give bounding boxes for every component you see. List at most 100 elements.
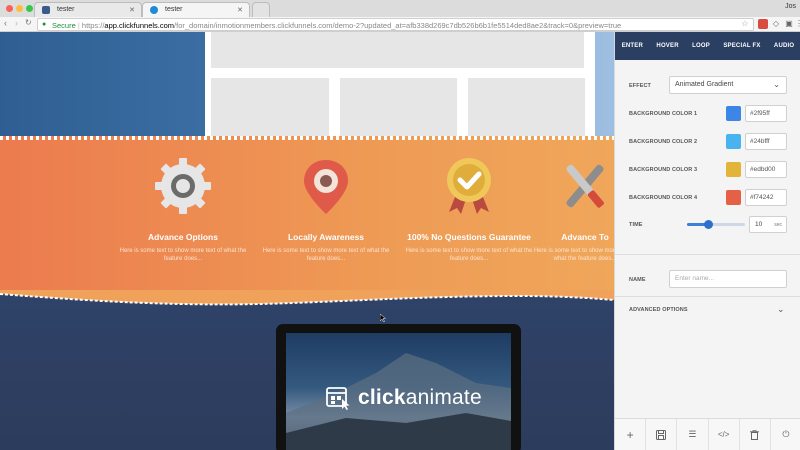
tab-favicon-icon (42, 6, 50, 14)
features-section[interactable]: Advance Options Here is some text to sho… (0, 136, 614, 294)
url-input[interactable]: ● Secure | https://app.clickfunnels.com/… (37, 18, 754, 31)
extension-icon[interactable]: ◇ (771, 19, 781, 29)
feature-description: Here is some text to show more text of w… (262, 248, 390, 262)
tab-enter[interactable]: ENTER (622, 43, 643, 49)
url-path: /for_domain/inmotionmembers.clickfunnels… (174, 21, 622, 30)
laptop-screen: clickanimate (286, 333, 511, 450)
name-placeholder: Enter name... (675, 275, 715, 282)
bg-color-1-swatch[interactable] (726, 106, 741, 121)
power-button[interactable]: ⏻ (771, 419, 800, 450)
bg-color-1-input[interactable]: #2f95ff (745, 105, 787, 122)
browser-tab[interactable]: tester ✕ (34, 2, 142, 17)
logo-text-animate: animate (405, 386, 482, 409)
effect-label: EFFECT (629, 83, 651, 89)
content-block[interactable] (205, 32, 595, 140)
browser-menu-icon[interactable]: ⋮ (795, 19, 800, 29)
advanced-options-toggle[interactable]: ADVANCED OPTIONS (629, 307, 688, 313)
placeholder-block (211, 32, 584, 68)
tab-title: tester (165, 6, 183, 13)
bg-color-3-swatch[interactable] (726, 162, 741, 177)
close-tab-icon[interactable]: ✕ (237, 6, 243, 14)
back-icon[interactable]: ‹ (4, 18, 7, 28)
browser-window-icon (326, 387, 350, 410)
bg-color-2-input[interactable]: #24bfff (745, 133, 787, 150)
gear-icon (153, 156, 213, 216)
tab-loop[interactable]: LOOP (692, 43, 710, 49)
section-divider (615, 296, 800, 297)
feature-description: Here is some text to show more text of w… (533, 248, 614, 262)
wrench-screwdriver-icon (555, 156, 614, 216)
map-pin-icon (296, 156, 356, 216)
tab-title: tester (57, 6, 75, 13)
save-icon (656, 429, 667, 440)
placeholder-block (468, 78, 585, 140)
bg-color-4-input[interactable]: #f74242 (745, 189, 787, 206)
trash-icon (750, 429, 760, 440)
minimize-window-button[interactable] (16, 5, 23, 12)
name-input[interactable]: Enter name... (669, 270, 787, 288)
chevron-down-icon[interactable]: ⌄ (777, 304, 785, 315)
bg-color-4-label: BACKGROUND COLOR 4 (629, 195, 698, 201)
bg-color-2-swatch[interactable] (726, 134, 741, 149)
address-bar-row: ‹ › ↻ ● Secure | https://app.clickfunnel… (0, 17, 800, 32)
feature-item: Advance Options Here is some text to sho… (113, 156, 253, 263)
lock-icon: ● (42, 21, 47, 28)
profile-name[interactable]: Jos (785, 3, 796, 10)
new-tab-button[interactable] (252, 2, 270, 17)
close-window-button[interactable] (6, 5, 13, 12)
menu-icon: ☰ (688, 429, 697, 439)
plus-icon: + (626, 427, 634, 442)
feature-description: Here is some text to show more text of w… (405, 248, 533, 262)
logo-text-click: click (358, 386, 406, 409)
time-slider-handle[interactable] (703, 220, 713, 229)
time-slider[interactable] (687, 220, 745, 229)
time-input[interactable]: 10 sec (749, 216, 787, 233)
url-scheme: https:// (81, 21, 105, 30)
forward-icon[interactable]: › (15, 18, 18, 28)
animation-tabs: ENTER HOVER LOOP SPECIAL FX AUDIO (615, 32, 800, 60)
bookmark-star-icon[interactable]: ☆ (740, 19, 750, 29)
bg-color-3-input[interactable]: #edbd00 (745, 161, 787, 178)
time-label: TIME (629, 222, 643, 228)
bg-color-3-label: BACKGROUND COLOR 3 (629, 167, 698, 173)
logo-text: clickanimate (358, 386, 482, 410)
browser-tab-bar: tester ✕ tester ✕ Jos (0, 0, 800, 17)
effect-select[interactable]: Animated Gradient ⌄ (669, 76, 787, 94)
clickanimate-logo: clickanimate (326, 386, 482, 410)
add-button[interactable]: + (615, 419, 647, 450)
reload-icon[interactable]: ↻ (25, 18, 32, 27)
tab-special-fx[interactable]: SPECIAL FX (723, 43, 760, 49)
tab-audio[interactable]: AUDIO (774, 43, 794, 49)
tab-favicon-icon (150, 6, 158, 14)
time-value: 10 (755, 221, 763, 228)
time-unit: sec (774, 222, 782, 228)
delete-button[interactable] (740, 419, 771, 450)
laptop-mockup: clickanimate (276, 324, 521, 450)
name-label: NAME (629, 277, 646, 283)
url-domain: app.clickfunnels.com (104, 21, 175, 30)
secure-label: Secure (52, 21, 76, 30)
bg-color-4-swatch[interactable] (726, 190, 741, 205)
close-tab-icon[interactable]: ✕ (129, 6, 135, 14)
feature-title: 100% No Questions Guarantee (407, 232, 531, 242)
placeholder-block (211, 78, 329, 140)
browser-tab-active[interactable]: tester ✕ (142, 2, 250, 17)
mouse-cursor-icon (380, 314, 386, 322)
panel-footer-toolbar: + ☰ </> ⏻ (615, 418, 800, 450)
extension-icon[interactable]: ▣ (784, 19, 794, 29)
extension-icon[interactable] (758, 19, 768, 29)
menu-button[interactable]: ☰ (677, 419, 709, 450)
feature-item: Locally Awareness Here is some text to s… (256, 156, 396, 263)
save-button[interactable] (646, 419, 678, 450)
torn-edge-divider (0, 290, 614, 306)
chevron-down-icon: ⌄ (773, 80, 780, 89)
code-button[interactable]: </> (709, 419, 740, 450)
feature-item: Advance To Here is some text to show mor… (530, 156, 614, 263)
code-icon: </> (717, 430, 730, 439)
power-icon: ⏻ (782, 429, 790, 439)
feature-title: Locally Awareness (287, 232, 365, 242)
feature-item: 100% No Questions Guarantee Here is some… (399, 156, 539, 263)
feature-title: Advance Options (148, 232, 218, 242)
maximize-window-button[interactable] (26, 5, 33, 12)
tab-hover[interactable]: HOVER (656, 43, 678, 49)
